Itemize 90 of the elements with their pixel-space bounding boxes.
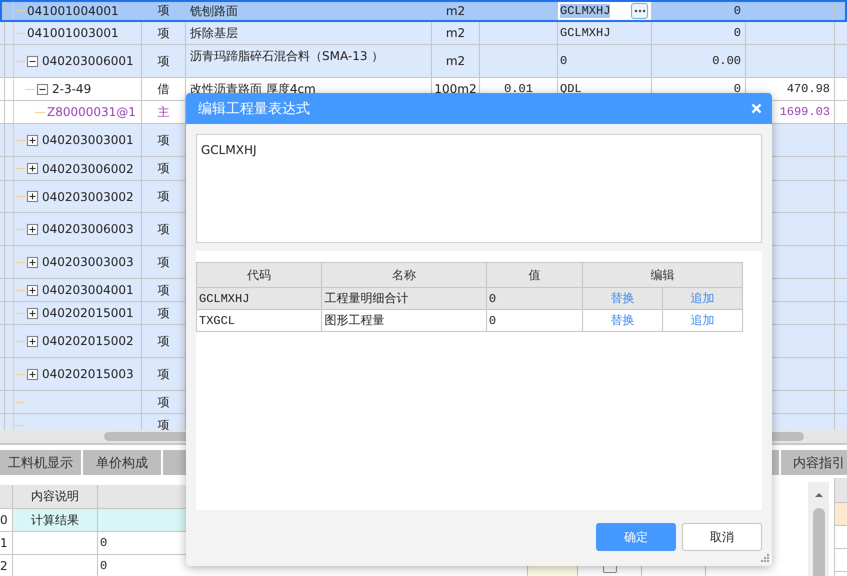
type-cell: 项	[158, 52, 170, 70]
expression-cell: 0	[560, 54, 568, 68]
collapse-icon[interactable]	[27, 56, 38, 66]
grid-row[interactable]: 041001003001 项 拆除基层 m2 GCLMXHJ 0	[0, 22, 847, 45]
value-cell: 0	[734, 4, 741, 18]
expand-icon[interactable]	[27, 256, 38, 268]
column-header: 值	[528, 268, 540, 282]
resize-grip-icon[interactable]	[761, 554, 770, 563]
unit-cell: m2	[446, 26, 466, 40]
row-number: 1	[0, 536, 8, 550]
type-cell: 主	[158, 104, 170, 120]
type-cell: 项	[158, 304, 170, 322]
description-cell: 计算结果	[31, 512, 79, 528]
code-cell: 040203003001	[42, 133, 134, 147]
value-cell: 0	[100, 559, 108, 573]
dialog-title: 编辑工程量表达式	[198, 100, 310, 118]
expand-icon[interactable]	[27, 308, 38, 318]
quantity-cell: 0.01	[504, 82, 533, 96]
type-cell: 借	[158, 80, 170, 98]
expand-icon[interactable]	[27, 134, 38, 146]
amount-cell: 1699.03	[780, 105, 830, 119]
type-cell: 项	[158, 24, 170, 42]
column-header: 编辑	[650, 268, 674, 282]
grid-row[interactable]: 041001004001 项 铣刨路面 m2 GCLMXHJ 0	[0, 0, 847, 22]
more-button[interactable]	[631, 2, 648, 18]
type-cell: 项	[158, 2, 170, 19]
type-cell: 项	[158, 220, 170, 238]
name-cell: 铣刨路面	[190, 3, 238, 20]
type-cell: 项	[158, 366, 170, 382]
type-cell: 项	[158, 132, 170, 148]
name-cell: 拆除基层	[190, 25, 238, 42]
scroll-up-icon[interactable]	[814, 492, 824, 498]
row-number: 0	[0, 513, 8, 527]
column-header: 名称	[392, 268, 416, 282]
name-cell: 工程量明细合计	[324, 291, 408, 305]
value-cell: 0	[734, 26, 741, 40]
code-cell: 040202015003	[42, 367, 134, 381]
unit-cell: m2	[446, 54, 466, 68]
code-cell: TXGCL	[199, 314, 236, 328]
type-cell: 项	[158, 332, 170, 350]
code-cell: 040202015001	[42, 306, 134, 320]
code-cell: 040203004001	[42, 283, 134, 297]
value-cell: 0	[488, 314, 496, 328]
collapse-icon[interactable]	[37, 84, 48, 94]
name-cell: 图形工程量	[324, 313, 384, 327]
type-cell: 项	[158, 394, 170, 410]
dialog-button[interactable]: 取消	[682, 523, 762, 551]
tab[interactable]: 单价构成	[83, 450, 161, 475]
value-cell: 0.00	[712, 54, 741, 68]
scrollbar[interactable]	[808, 482, 830, 576]
type-cell: 项	[158, 188, 170, 205]
code-cell: 040203006002	[42, 162, 134, 176]
expand-icon[interactable]	[27, 191, 38, 202]
expression-field[interactable]: GCLMXHJ	[196, 134, 762, 243]
expand-icon[interactable]	[27, 224, 38, 234]
name-cell: 沥青玛蹄脂碎石混合料（SMA-13 ）	[190, 48, 384, 65]
code-cell: 040203003002	[42, 190, 134, 204]
column-header: 代码	[247, 268, 272, 282]
code-cell: 041001003001	[27, 26, 119, 40]
code-cell: 040203006001	[42, 54, 134, 68]
value-cell: 0	[734, 82, 741, 96]
type-cell: 项	[158, 160, 170, 177]
expand-icon[interactable]	[27, 336, 38, 346]
expression-cell[interactable]: GCLMXHJ	[560, 4, 610, 18]
code-cell: GCLMXHJ	[199, 292, 250, 306]
type-cell: 项	[158, 416, 170, 430]
value-cell: 0	[100, 536, 108, 550]
grid-row[interactable]: 040203006001 项 沥青玛蹄脂碎石混合料（SMA-13 ） m2 0 0.00	[0, 45, 847, 78]
code-cell: 040202015002	[42, 334, 134, 348]
row-number: 2	[0, 559, 8, 573]
code-cell: Z80000031@1	[47, 105, 136, 119]
value-cell: 0	[488, 292, 496, 306]
tab[interactable]: 工料机显示	[0, 450, 81, 475]
unit-cell: m2	[446, 4, 466, 18]
unit-cell: 100m2	[434, 82, 477, 96]
expression-cell: GCLMXHJ	[560, 26, 610, 40]
type-cell: 项	[158, 254, 170, 270]
type-cell: 项	[158, 282, 170, 298]
expand-icon[interactable]	[27, 368, 38, 380]
column-header: 内容说明	[31, 488, 79, 505]
code-cell: 040203003003	[42, 255, 134, 269]
ellipsis-icon[interactable]	[634, 8, 646, 12]
expand-icon[interactable]	[27, 163, 38, 174]
amount-cell: 470.98	[786, 82, 830, 96]
tab[interactable]: 内容指引	[781, 450, 847, 475]
code-cell: 040203006003	[42, 222, 134, 236]
expression-cell: QDL	[560, 82, 582, 96]
code-cell: 2-3-49	[52, 82, 92, 96]
code-cell: 041001004001	[27, 4, 119, 18]
expand-icon[interactable]	[27, 284, 38, 296]
